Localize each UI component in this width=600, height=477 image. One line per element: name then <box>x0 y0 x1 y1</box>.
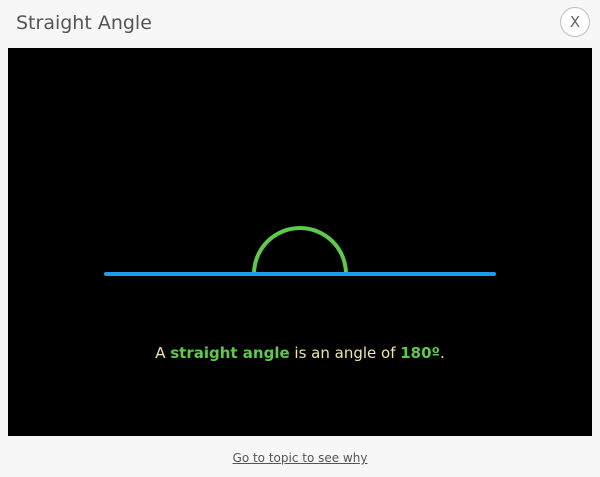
straight-angle-figure <box>104 226 496 276</box>
caption-term: straight angle <box>170 344 290 362</box>
caption-value: 180º <box>400 344 441 362</box>
dialog-title: Straight Angle <box>16 12 152 34</box>
caption-text-2: is an angle of <box>289 344 401 362</box>
dialog: Straight Angle X A straight angle is an … <box>0 0 600 477</box>
go-to-topic-link[interactable]: Go to topic to see why <box>0 451 600 465</box>
angle-arc <box>252 226 348 276</box>
caption-text-3: . <box>440 344 445 362</box>
caption-text-1: A <box>155 344 171 362</box>
angle-caption: A straight angle is an angle of 180º. <box>8 344 592 362</box>
illustration-canvas: A straight angle is an angle of 180º. <box>8 48 592 436</box>
close-button[interactable]: X <box>560 7 590 37</box>
